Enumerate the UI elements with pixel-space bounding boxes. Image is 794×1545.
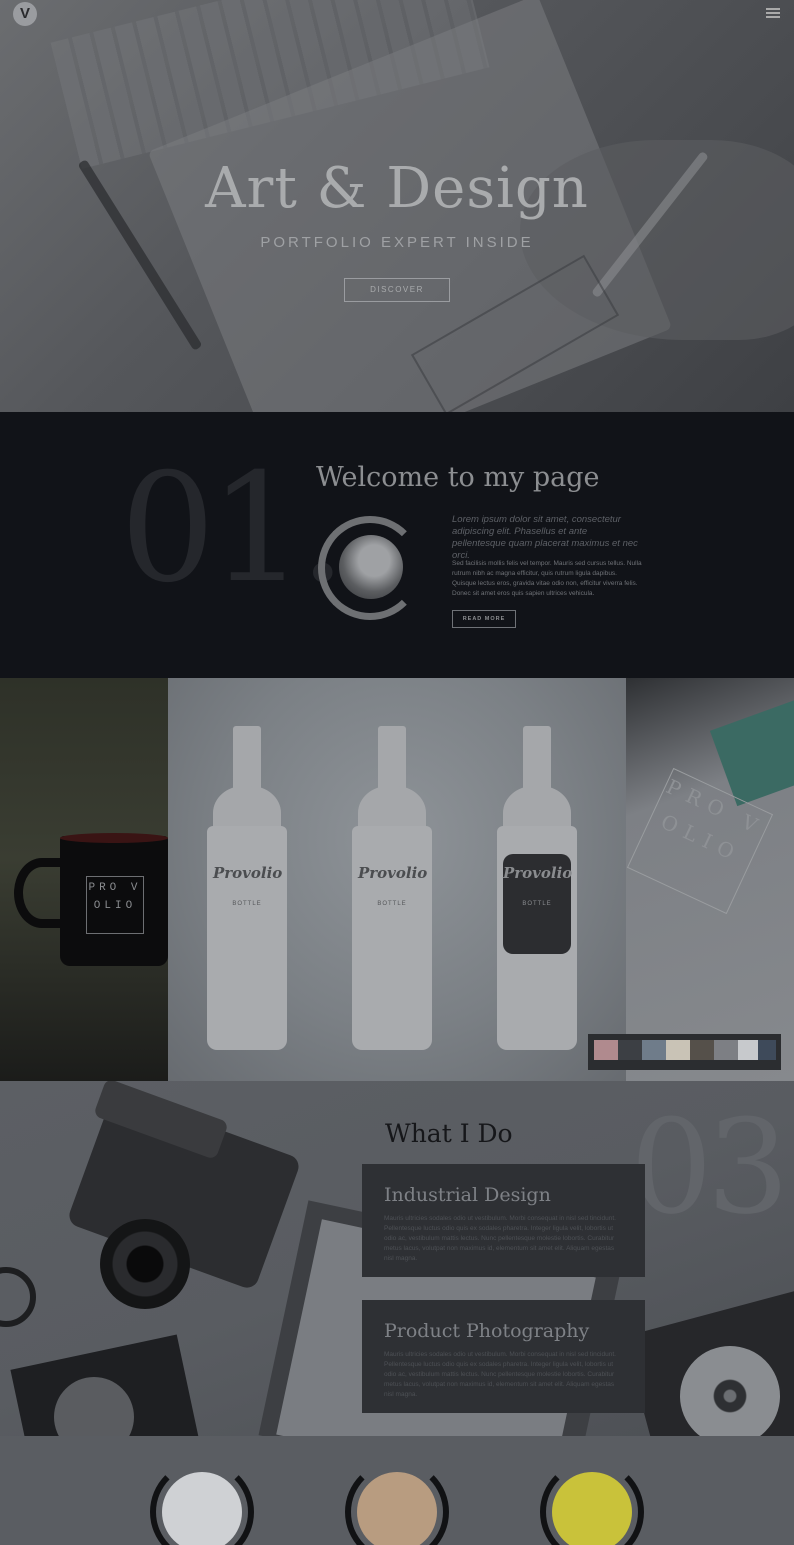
mug-logo: PRO V OLIO [86,876,144,934]
service-card[interactable]: Product Photography Mauris ultricies sod… [362,1300,645,1413]
welcome-title: Welcome to my page [316,462,600,493]
bottle-brand: Provolio [213,864,283,882]
section-number: 01. [120,442,347,616]
hero-section: V Art & Design PORTFOLIO EXPERT INSIDE D… [0,0,794,412]
mug-rim [60,833,168,843]
service-title: Industrial Design [384,1184,551,1206]
bottle-brand: Provolio [503,864,573,882]
sketch-image [162,1472,242,1545]
what-i-do-section: 03. What I Do Industrial Design Mauris u… [0,1081,794,1436]
wood-image [357,1472,437,1545]
service-card[interactable]: Industrial Design Mauris ultricies sodal… [362,1164,645,1277]
thumbnail-strip [588,1034,781,1070]
bottle-image: Provolio BOTTLE [497,726,577,1052]
discover-button[interactable]: DISCOVER [344,278,450,302]
thumbnail[interactable] [618,1040,642,1060]
bottle-brand: Provolio [358,864,428,882]
section-number: 03. [630,1091,794,1243]
device-image [552,1472,632,1545]
portfolio-slider[interactable]: PRO V OLIO Provolio BOTTLE Provolio BOTT… [0,678,794,1081]
logo[interactable]: V [13,2,37,26]
service-text: Mauris ultricies sodales odio ut vestibu… [384,1351,616,1398]
service-text: Mauris ultricies sodales odio ut vestibu… [384,1215,616,1262]
thumbnail[interactable] [714,1040,738,1060]
welcome-body: Sed facilisis mollis felis vel tempor. M… [452,560,642,597]
featured-circle[interactable] [540,1460,644,1545]
thumbnail[interactable] [594,1040,618,1060]
thumbnail[interactable] [690,1040,714,1060]
bottle-sub: BOTTLE [522,901,552,907]
thumbnail[interactable] [666,1040,690,1060]
featured-circle[interactable] [345,1460,449,1545]
welcome-lead: Lorem ipsum dolor sit amet, consectetur … [452,514,638,561]
bottle-image: Provolio BOTTLE [207,726,287,1052]
bottle-sub: BOTTLE [377,901,407,907]
featured-circle[interactable] [150,1460,254,1545]
featured-circles [0,1436,794,1545]
hero-subtitle: PORTFOLIO EXPERT INSIDE [260,234,534,251]
welcome-section: 01. Welcome to my page Lorem ipsum dolor… [0,412,794,678]
what-i-do-title: What I Do [385,1119,513,1148]
cd-disc [680,1346,780,1436]
thumbnail[interactable] [758,1040,776,1060]
camera-lens [100,1219,190,1309]
service-title: Product Photography [384,1320,590,1342]
avatar [318,516,422,620]
read-more-button[interactable]: READ MORE [452,610,516,628]
bottle-image: Provolio BOTTLE [352,726,432,1052]
hero-title: Art & Design [205,156,589,221]
bottle-sub: BOTTLE [232,901,262,907]
hamburger-icon[interactable] [766,8,780,18]
thumbnail[interactable] [642,1040,666,1060]
statue-image [339,535,403,599]
